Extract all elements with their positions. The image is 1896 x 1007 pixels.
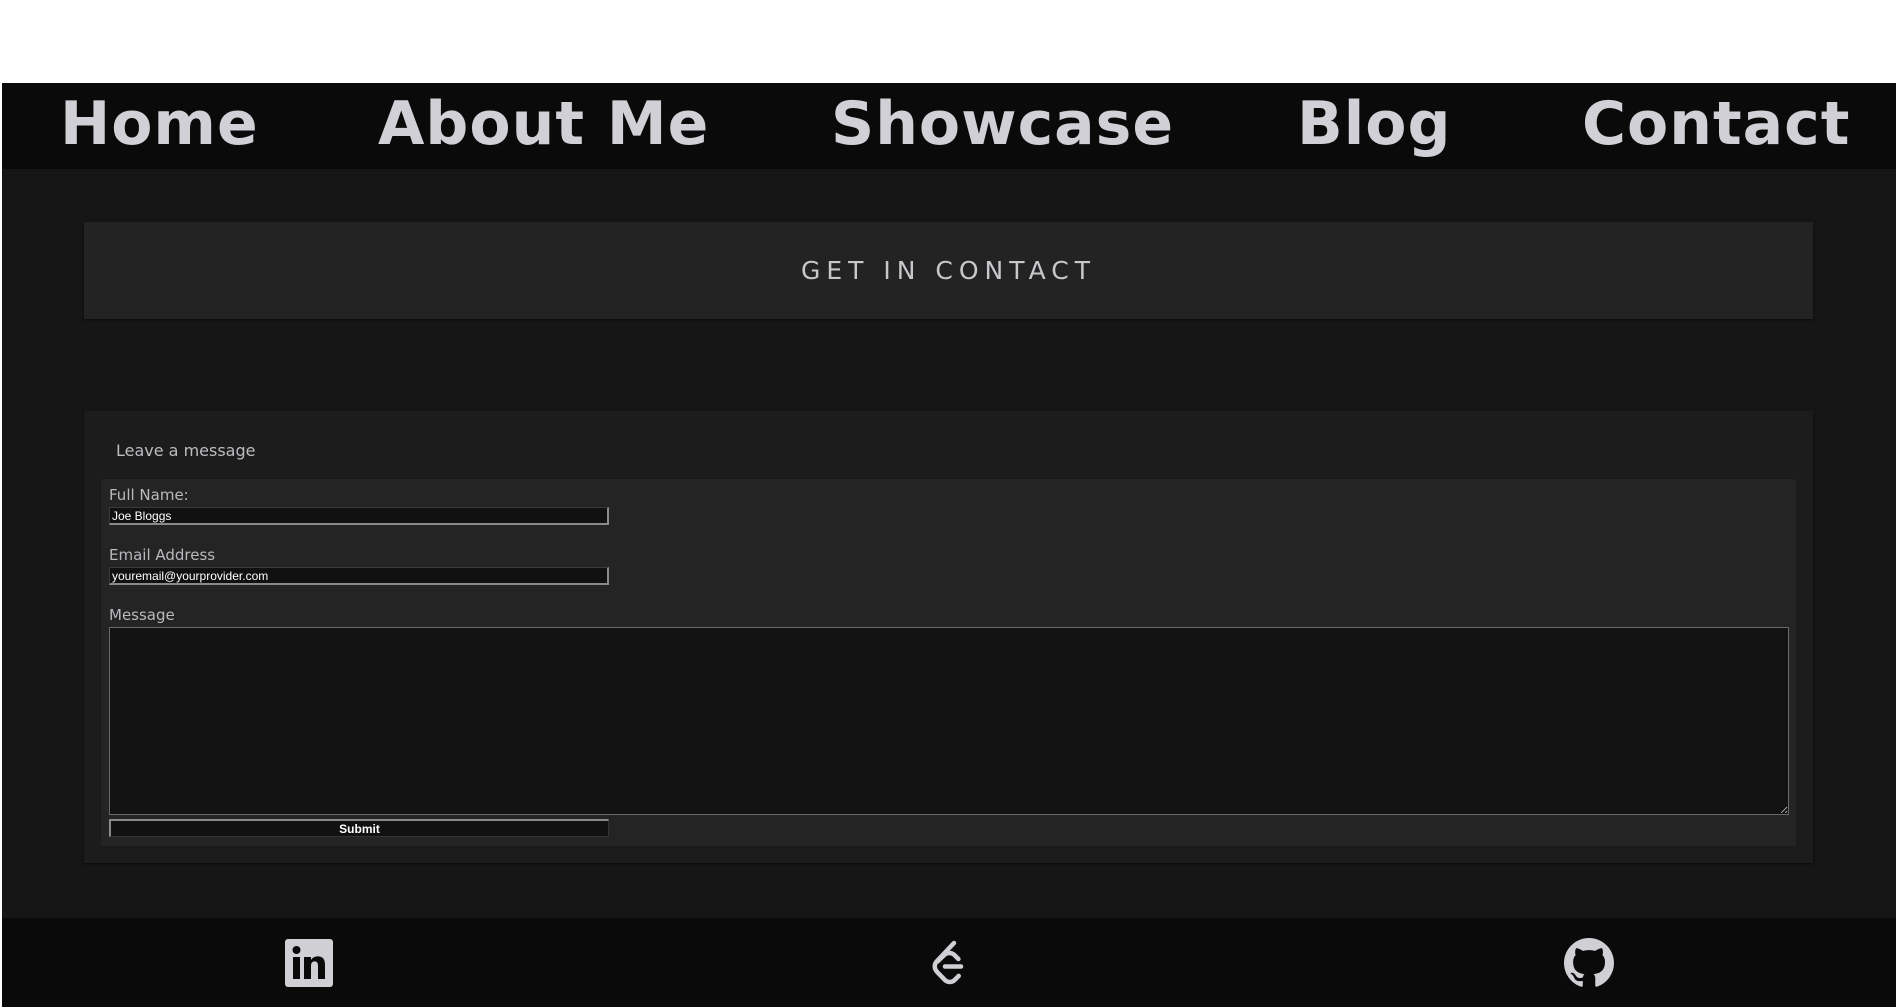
page-title-box: GET IN CONTACT: [84, 222, 1813, 319]
form-card-title: Leave a message: [116, 441, 256, 460]
footer: [2, 918, 1896, 1007]
email-label: Email Address: [109, 546, 216, 564]
message-textarea[interactable]: [109, 627, 1789, 815]
page: Home About Me Showcase Blog Contact GET …: [2, 83, 1896, 1007]
email-input[interactable]: [109, 567, 609, 585]
page-title: GET IN CONTACT: [801, 256, 1096, 285]
top-navbar: Home About Me Showcase Blog Contact: [2, 83, 1896, 169]
nav-item-contact[interactable]: Contact: [1582, 89, 1850, 159]
nav-item-about-me[interactable]: About Me: [378, 89, 709, 159]
linkedin-icon[interactable]: [284, 938, 334, 988]
contact-form: Full Name: Email Address Message Submit: [100, 478, 1797, 847]
nav-item-blog[interactable]: Blog: [1297, 89, 1451, 159]
leetcode-icon[interactable]: [924, 938, 974, 988]
github-icon[interactable]: [1564, 938, 1614, 988]
message-label: Message: [109, 606, 175, 624]
full-name-input[interactable]: [109, 507, 609, 525]
full-name-label: Full Name:: [109, 486, 189, 504]
submit-button[interactable]: Submit: [109, 819, 609, 837]
contact-form-card: Leave a message Full Name: Email Address…: [84, 411, 1813, 863]
nav-item-showcase[interactable]: Showcase: [831, 89, 1174, 159]
nav-item-home[interactable]: Home: [60, 89, 259, 159]
